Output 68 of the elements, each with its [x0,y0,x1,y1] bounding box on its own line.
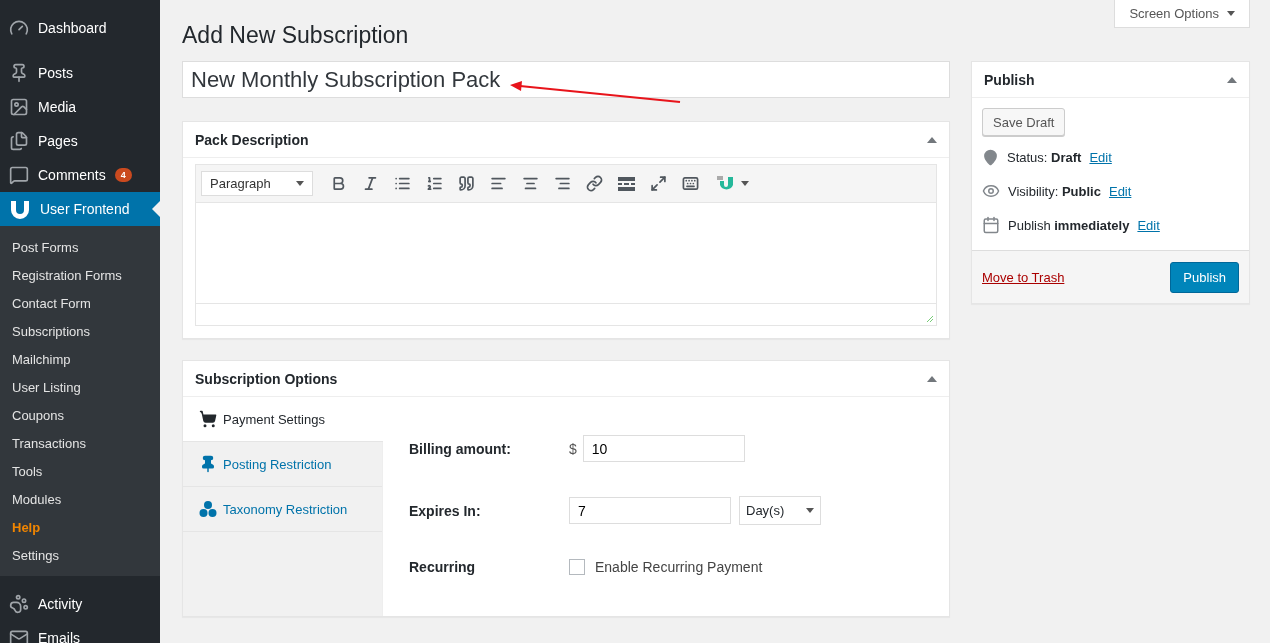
count-badge: 4 [114,168,132,182]
menu-item[interactable]: Pages [0,124,160,158]
collapse-icon[interactable] [1227,76,1237,83]
submenu-item[interactable]: Subscriptions [0,317,160,345]
menu-item[interactable]: Comments 4 [0,158,160,192]
submenu-item[interactable]: Help [0,513,160,541]
pin-icon [9,63,29,83]
field-label: Expires In: [409,502,482,519]
pin-icon [199,455,217,473]
screen-options-button[interactable]: Screen Options [1114,0,1250,28]
format-select[interactable]: Paragraph [201,171,313,196]
menu-item[interactable]: Activity [0,587,160,621]
logo-icon [9,199,31,219]
submenu-item[interactable]: Tools [0,457,160,485]
menu-item[interactable]: Emails [0,621,160,643]
edit-link[interactable]: Edit [1108,183,1132,199]
edit-link[interactable]: Edit [1137,217,1160,233]
billing-amount-field[interactable]: 10 [582,435,745,462]
field-label: Billing amount: [409,440,512,457]
menu-item[interactable]: Dashboard [0,11,160,45]
submenu-item[interactable]: Coupons [0,401,160,429]
unit-select[interactable]: Day(s) [739,496,821,525]
panel-title: Publish [984,71,1035,88]
publish-info: Status: Draft [1007,149,1082,165]
mail-icon [9,628,29,643]
menu-item[interactable]: User Frontend [0,192,160,226]
panel-title: Subscription Options [195,370,338,387]
pin-icon [982,148,999,166]
submenu-item[interactable]: Settings [0,541,160,569]
fullscreen-icon[interactable] [648,173,669,194]
speech-bubble-icon [9,165,29,185]
title-field[interactable]: New Monthly Subscription Pack [182,61,950,98]
submenu-item[interactable]: Contact Form [0,289,160,317]
settings-tab[interactable]: Payment Settings [183,397,383,442]
submenu-item[interactable]: Post Forms [0,233,160,261]
circles-icon [199,500,217,518]
paw-icon [9,594,29,614]
menu-item[interactable]: Media [0,90,160,124]
submenu-item[interactable]: Modules [0,485,160,513]
edit-link[interactable]: Edit [1089,149,1112,165]
eye-icon [982,182,1000,200]
checkbox[interactable] [569,559,585,575]
field-label: Recurring [409,559,477,575]
collapse-icon[interactable] [927,136,937,143]
publish-info: Publish immediately [1008,217,1130,233]
submenu-item[interactable]: Transactions [0,429,160,457]
page-title: Add New Subscription [182,22,410,49]
quote-icon[interactable] [456,173,477,194]
submenu-item[interactable]: Mailchimp [0,345,160,373]
dashboard-icon [9,18,29,38]
cart-icon [199,410,217,428]
submenu-item[interactable]: Registration Forms [0,261,160,289]
expires-field[interactable]: 7 [569,497,731,524]
collapse-icon[interactable] [927,375,937,382]
checkbox-label: Enable Recurring Payment [595,559,763,575]
media-icon [9,97,29,117]
move-to-trash-link[interactable]: Move to Trash [982,269,1065,285]
currency-symbol: $ [569,440,577,457]
submenu-item[interactable]: User Listing [0,373,160,401]
link-icon[interactable] [584,173,605,194]
panel-title: Pack Description [195,131,309,148]
calendar-icon [982,216,1000,234]
publish-button[interactable]: Publish [1170,261,1239,293]
resize-handle-icon[interactable] [926,315,934,323]
publish-info: Visibility: Public [1008,183,1101,199]
save-draft-button[interactable]: Save Draft [982,108,1066,136]
menu-item[interactable]: Posts [0,56,160,90]
pages-icon [9,131,29,151]
